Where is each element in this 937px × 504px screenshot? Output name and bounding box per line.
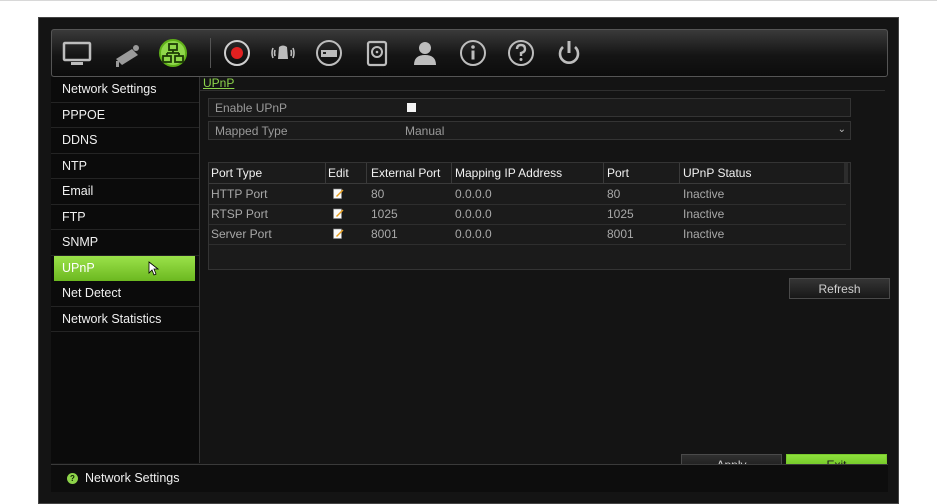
status-bar: ? Network Settings (51, 464, 888, 492)
cell-port-type: RTSP Port (211, 207, 268, 221)
edit-icon[interactable] (333, 228, 344, 239)
sidebar-item-net-detect[interactable]: Net Detect (51, 281, 199, 307)
header-port-type: Port Type (211, 166, 263, 180)
device-icon[interactable] (312, 37, 346, 69)
mapped-type-row: Mapped Type Manual ⌄ (208, 121, 851, 140)
toolbar-separator (210, 38, 211, 68)
cell-upnp-status: Inactive (683, 207, 725, 221)
enable-upnp-label: Enable UPnP (215, 101, 288, 115)
record-icon[interactable] (220, 37, 254, 69)
header-port: Port (607, 166, 630, 180)
help-icon[interactable] (504, 37, 538, 69)
edit-icon[interactable] (333, 208, 344, 219)
enable-upnp-checkbox[interactable] (407, 103, 416, 112)
monitor-icon[interactable] (60, 37, 94, 69)
settings-sidebar: Network Settings PPPOE DDNS NTP Email FT… (51, 77, 200, 463)
cell-port: 80 (607, 187, 621, 201)
cell-external-port: 1025 (371, 207, 398, 221)
sidebar-item-ftp[interactable]: FTP (51, 205, 199, 230)
help-icon: ? (67, 473, 78, 484)
column-divider (603, 163, 604, 183)
table-scrollbar[interactable] (844, 163, 848, 183)
sidebar-item-ddns[interactable]: DDNS (51, 128, 199, 154)
cell-external-port: 80 (371, 187, 385, 201)
column-divider (325, 163, 326, 183)
top-divider (0, 0, 937, 1)
power-icon[interactable] (552, 37, 586, 69)
settings-window: Network Settings PPPOE DDNS NTP Email FT… (38, 17, 899, 504)
mouse-cursor-icon (148, 260, 160, 276)
mapped-type-label: Mapped Type (215, 124, 288, 138)
title-divider (200, 90, 885, 91)
cell-port: 1025 (607, 207, 634, 221)
sidebar-item-email[interactable]: Email (51, 179, 199, 205)
mapped-type-select[interactable]: Manual (405, 124, 444, 138)
cell-mapping-ip: 0.0.0.0 (455, 187, 492, 201)
network-icon[interactable] (156, 37, 190, 69)
column-divider (451, 163, 452, 183)
alarm-icon[interactable] (266, 37, 300, 69)
sidebar-item-network-statistics[interactable]: Network Statistics (51, 307, 199, 332)
chevron-down-icon[interactable]: ⌄ (838, 124, 846, 135)
table-row[interactable]: RTSP Port 1025 0.0.0.0 1025 Inactive (209, 204, 846, 225)
edit-icon[interactable] (333, 188, 344, 199)
cell-upnp-status: Inactive (683, 227, 725, 241)
column-divider (679, 163, 680, 183)
cell-mapping-ip: 0.0.0.0 (455, 227, 492, 241)
sidebar-item-snmp[interactable]: SNMP (51, 230, 199, 256)
table-row[interactable]: Server Port 8001 0.0.0.0 8001 Inactive (209, 224, 846, 245)
sidebar-item-pppoe[interactable]: PPPOE (51, 103, 199, 128)
header-edit: Edit (328, 166, 349, 180)
sidebar-item-label: UPnP (62, 260, 95, 275)
info-icon[interactable] (456, 37, 490, 69)
header-upnp-status: UPnP Status (683, 166, 752, 180)
cell-upnp-status: Inactive (683, 187, 725, 201)
main-toolbar (51, 29, 888, 77)
cell-mapping-ip: 0.0.0.0 (455, 207, 492, 221)
hdd-icon[interactable] (360, 37, 394, 69)
header-mapping-ip: Mapping IP Address (455, 166, 563, 180)
sidebar-item-upnp[interactable]: UPnP (54, 255, 195, 281)
camera-icon[interactable] (110, 37, 144, 69)
table-row[interactable]: HTTP Port 80 0.0.0.0 80 Inactive (209, 184, 846, 205)
cell-port-type: Server Port (211, 227, 272, 241)
refresh-button[interactable]: Refresh (789, 278, 890, 299)
main-panel: UPnP Enable UPnP Mapped Type Manual ⌄ Po… (200, 75, 890, 475)
header-external-port: External Port (371, 166, 441, 180)
cell-port: 8001 (607, 227, 634, 241)
cell-port-type: HTTP Port (211, 187, 268, 201)
port-mapping-table: Port Type Edit External Port Mapping IP … (208, 162, 851, 270)
column-divider (366, 163, 367, 183)
page-title: UPnP (203, 76, 235, 90)
sidebar-item-ntp[interactable]: NTP (51, 154, 199, 179)
table-header: Port Type Edit External Port Mapping IP … (209, 163, 850, 184)
user-icon[interactable] (408, 37, 442, 69)
enable-upnp-row: Enable UPnP (208, 98, 851, 117)
status-text: Network Settings (85, 471, 180, 485)
cell-external-port: 8001 (371, 227, 398, 241)
sidebar-item-network-settings[interactable]: Network Settings (51, 77, 199, 103)
